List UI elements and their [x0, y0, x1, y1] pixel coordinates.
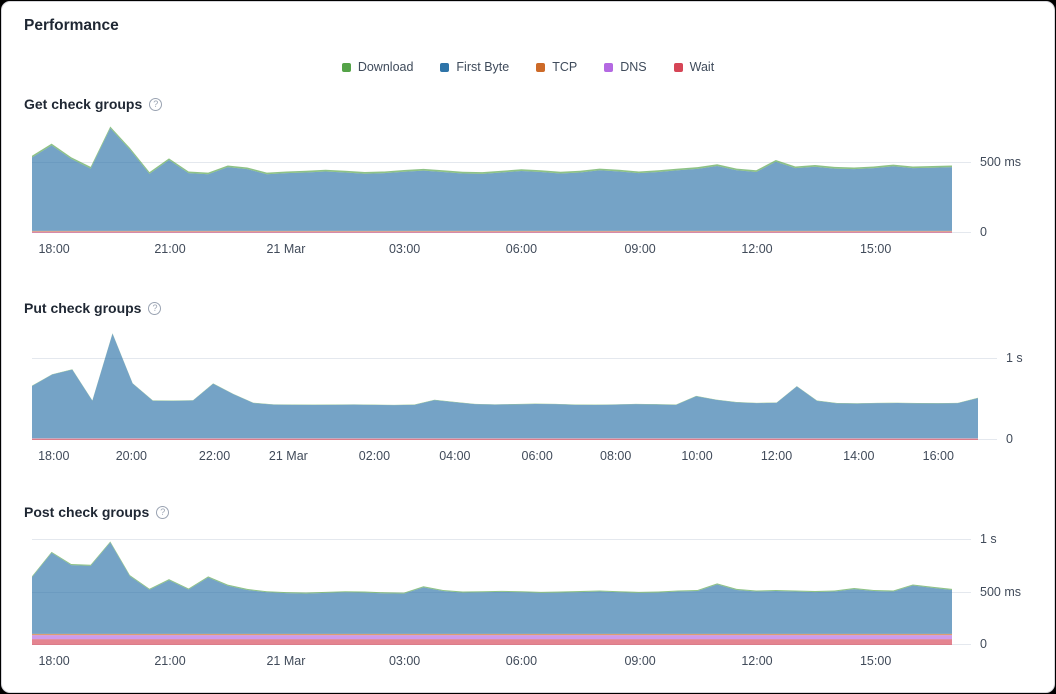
series-first-byte — [32, 543, 952, 634]
x-tick-label: 22:00 — [199, 449, 230, 463]
x-tick-label: 08:00 — [600, 449, 631, 463]
x-tick-label: 18:00 — [38, 449, 69, 463]
legend-item-dns[interactable]: DNS — [604, 60, 646, 75]
chart-section-put-check-groups: Put check groups ? 18:00 20:00 22:00 21 Mar… — [24, 300, 1032, 467]
x-tick-label: 12:00 — [741, 242, 772, 256]
series-dns — [32, 232, 952, 233]
x-tick-label: 03:00 — [389, 654, 420, 668]
chart-title-put-check-groups: Put check groups ? — [24, 300, 1032, 316]
stacked-area-chart — [32, 323, 978, 440]
legend-label: Wait — [690, 60, 715, 75]
page-title: Performance — [24, 17, 1032, 35]
chart-title-text: Put check groups — [24, 300, 141, 316]
x-tick-label: 06:00 — [506, 242, 537, 256]
series-wait — [32, 639, 952, 645]
series-download — [32, 333, 978, 405]
x-tick-label: 15:00 — [860, 242, 891, 256]
x-tick-label: 03:00 — [389, 242, 420, 256]
y-tick-label: 500 ms — [980, 585, 1021, 599]
legend-item-wait[interactable]: Wait — [674, 60, 715, 75]
legend-swatch-wait — [674, 63, 683, 72]
x-tick-label: 06:00 — [522, 449, 553, 463]
legend-swatch-download — [342, 63, 351, 72]
x-tick-label: 09:00 — [624, 654, 655, 668]
y-tick-label: 1 s — [980, 532, 997, 546]
legend-label: DNS — [620, 60, 646, 75]
help-icon[interactable]: ? — [148, 302, 161, 315]
x-tick-label: 14:00 — [843, 449, 874, 463]
chart-legend: Download First Byte TCP DNS Wait — [24, 60, 1032, 75]
performance-card: Performance Download First Byte TCP DNS Wait… — [1, 1, 1055, 693]
y-axis: 1 s 0 — [978, 323, 1032, 467]
series-wait — [32, 439, 978, 440]
help-icon[interactable]: ? — [156, 506, 169, 519]
x-tick-label: 04:00 — [439, 449, 470, 463]
stacked-area-chart — [32, 527, 952, 645]
series-wait — [32, 232, 952, 233]
x-tick-label: 21:00 — [154, 242, 185, 256]
chart-title-text: Post check groups — [24, 504, 149, 520]
help-icon[interactable]: ? — [149, 98, 162, 111]
legend-label: First Byte — [456, 60, 509, 75]
y-tick-label: 500 ms — [980, 155, 1021, 169]
x-tick-label: 21:00 — [154, 654, 185, 668]
stacked-area-chart — [32, 119, 952, 233]
x-tick-label: 12:00 — [741, 654, 772, 668]
x-tick-label: 15:00 — [860, 654, 891, 668]
plot-area[interactable] — [32, 527, 952, 645]
x-tick-label: 09:00 — [624, 242, 655, 256]
x-tick-label: 21 Mar — [266, 654, 305, 668]
y-tick-label: 0 — [980, 637, 987, 651]
y-axis: 1 s 500 ms 0 — [952, 527, 1032, 672]
series-first-byte — [32, 128, 952, 231]
y-axis: 500 ms 0 — [952, 119, 1032, 260]
legend-item-first-byte[interactable]: First Byte — [440, 60, 509, 75]
legend-item-tcp[interactable]: TCP — [536, 60, 577, 75]
legend-item-download[interactable]: Download — [342, 60, 414, 75]
chart-title-text: Get check groups — [24, 96, 142, 112]
x-axis: 18:00 21:00 21 Mar 03:00 06:00 09:00 12:00 15:0… — [32, 233, 952, 260]
x-tick-label: 10:00 — [681, 449, 712, 463]
plot-area[interactable] — [32, 119, 952, 233]
chart-section-get-check-groups: Get check groups ? 18:00 21:00 21 Mar 03:00… — [24, 96, 1032, 260]
series-tcp — [32, 634, 952, 635]
x-axis: 18:00 20:00 22:00 21 Mar 02:00 04:00 06:00 08:0… — [32, 440, 978, 467]
legend-swatch-tcp — [536, 63, 545, 72]
series-first-byte — [32, 334, 978, 439]
legend-label: TCP — [552, 60, 577, 75]
chart-row: 18:00 21:00 21 Mar 03:00 06:00 09:00 12:00 15:0… — [32, 119, 1032, 260]
series-dns — [32, 635, 952, 639]
legend-label: Download — [358, 60, 414, 75]
chart-row: 18:00 21:00 21 Mar 03:00 06:00 09:00 12:00 15:0… — [32, 527, 1032, 672]
x-tick-label: 21 Mar — [266, 242, 305, 256]
legend-swatch-dns — [604, 63, 613, 72]
chart-title-post-check-groups: Post check groups ? — [24, 504, 1032, 520]
x-tick-label: 12:00 — [761, 449, 792, 463]
x-axis: 18:00 21:00 21 Mar 03:00 06:00 09:00 12:00 15:0… — [32, 645, 952, 672]
x-tick-label: 18:00 — [38, 242, 69, 256]
x-tick-label: 20:00 — [116, 449, 147, 463]
series-tcp — [32, 231, 952, 232]
x-tick-label: 06:00 — [506, 654, 537, 668]
x-tick-label: 16:00 — [923, 449, 954, 463]
legend-swatch-first-byte — [440, 63, 449, 72]
x-tick-label: 02:00 — [359, 449, 390, 463]
x-tick-label: 21 Mar — [269, 449, 308, 463]
plot-area[interactable] — [32, 323, 978, 440]
y-tick-label: 1 s — [1006, 351, 1023, 365]
chart-row: 18:00 20:00 22:00 21 Mar 02:00 04:00 06:00 08:0… — [32, 323, 1032, 467]
chart-title-get-check-groups: Get check groups ? — [24, 96, 1032, 112]
chart-section-post-check-groups: Post check groups ? 18:00 21:00 21 Mar 03:0… — [24, 504, 1032, 672]
y-tick-label: 0 — [1006, 432, 1013, 446]
x-tick-label: 18:00 — [38, 654, 69, 668]
y-tick-label: 0 — [980, 225, 987, 239]
